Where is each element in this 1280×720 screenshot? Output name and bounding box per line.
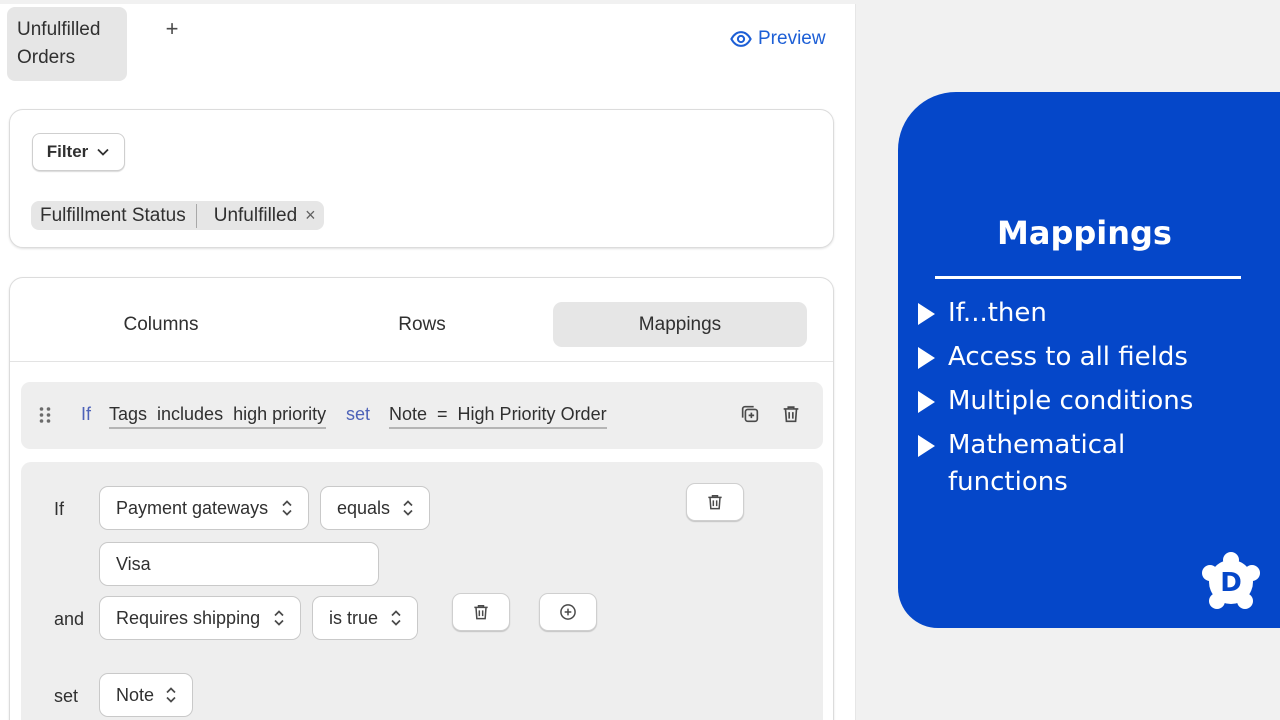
rule-condition[interactable]: Tags includes high priority	[109, 404, 327, 429]
logo-letter: D	[1220, 568, 1242, 598]
delete-icon[interactable]	[780, 403, 802, 425]
rule-set-keyword: set	[346, 404, 371, 424]
filter-card: Filter Fulfillment Status Unfulfilled ×	[9, 109, 834, 248]
set-field-select[interactable]: Note	[99, 673, 193, 717]
operator-select-equals[interactable]: equals	[320, 486, 430, 530]
drag-handle-icon[interactable]	[38, 405, 52, 425]
select-arrows-icon	[274, 610, 284, 626]
filter-chip-key: Fulfillment Status	[31, 203, 197, 228]
chevron-down-icon	[97, 148, 109, 156]
trash-icon	[474, 605, 488, 620]
duplicate-icon[interactable]	[739, 403, 761, 425]
select-arrows-icon	[391, 610, 401, 626]
mappings-promo-panel: Mappings If...then Access to all fields …	[898, 92, 1280, 628]
operator-select-value: is true	[329, 607, 379, 628]
promo-feature-item: Multiple conditions	[918, 383, 1248, 420]
field-select-payment-gateways[interactable]: Payment gateways	[99, 486, 309, 530]
tab-bar: Columns Rows Mappings	[10, 278, 833, 362]
preview-label: Preview	[758, 28, 826, 49]
set-label: set	[54, 686, 79, 706]
filter-dropdown-button[interactable]: Filter	[32, 133, 125, 171]
promo-feature-item: If...then	[918, 295, 1248, 332]
rule-assignment[interactable]: Note = High Priority Order	[389, 404, 607, 429]
set-field-value: Note	[116, 684, 155, 705]
mapping-rule-row[interactable]: If Tags includes high priority set Note …	[21, 382, 823, 449]
play-bullet-icon	[918, 303, 935, 325]
delete-condition-button[interactable]	[452, 593, 510, 631]
filter-chip-value: Unfulfilled	[213, 204, 298, 226]
add-view-button[interactable]: +	[160, 16, 184, 42]
and-label: and	[54, 609, 85, 629]
select-arrows-icon	[166, 687, 176, 703]
rule-if-keyword: If	[81, 404, 92, 424]
value-input[interactable]: Visa	[99, 542, 379, 586]
play-bullet-icon	[918, 391, 935, 413]
field-select-value: Requires shipping	[116, 607, 261, 628]
operator-select-value: equals	[337, 497, 391, 518]
play-bullet-icon	[918, 347, 935, 369]
promo-feature-text: If...then	[948, 298, 1047, 328]
select-arrows-icon	[282, 500, 292, 516]
trash-icon	[708, 495, 722, 510]
preview-button[interactable]: Preview	[730, 26, 826, 52]
filter-chip[interactable]: Fulfillment Status Unfulfilled ×	[31, 201, 324, 230]
promo-title: Mappings	[997, 214, 1172, 252]
view-tab-unfulfilled-orders[interactable]: Unfulfilled Orders	[7, 7, 127, 81]
promo-feature-item: Access to all fields	[918, 339, 1248, 376]
eye-icon	[730, 31, 752, 47]
tab-rows[interactable]: Rows	[295, 302, 549, 347]
promo-feature-text: Mathematical functions	[948, 430, 1126, 497]
mappings-card: Columns Rows Mappings If Tags includes h…	[9, 277, 834, 720]
select-arrows-icon	[403, 500, 413, 516]
field-select-value: Payment gateways	[116, 497, 269, 518]
promo-feature-text: Access to all fields	[948, 342, 1188, 372]
add-condition-button[interactable]	[539, 593, 597, 631]
field-select-requires-shipping[interactable]: Requires shipping	[99, 596, 301, 640]
delete-condition-button[interactable]	[686, 483, 744, 521]
filter-label: Filter	[46, 142, 89, 161]
tab-mappings[interactable]: Mappings	[553, 302, 807, 347]
app-panel: Unfulfilled Orders + Preview Filter Fulf…	[0, 4, 856, 720]
brand-logo-icon: D	[1202, 552, 1260, 609]
promo-feature-item: Mathematical functions	[918, 427, 1248, 501]
tab-columns[interactable]: Columns	[34, 302, 288, 347]
plus-circle-icon	[560, 604, 576, 620]
remove-filter-icon[interactable]: ×	[301, 205, 324, 226]
promo-divider	[935, 276, 1241, 279]
promo-feature-text: Multiple conditions	[948, 386, 1194, 416]
if-label: If	[54, 499, 65, 519]
operator-select-is-true[interactable]: is true	[312, 596, 418, 640]
promo-feature-list: If...then Access to all fields Multiple …	[918, 295, 1248, 508]
play-bullet-icon	[918, 435, 935, 457]
mapping-editor: If Payment gateways equals Visa and Requ…	[21, 462, 823, 720]
